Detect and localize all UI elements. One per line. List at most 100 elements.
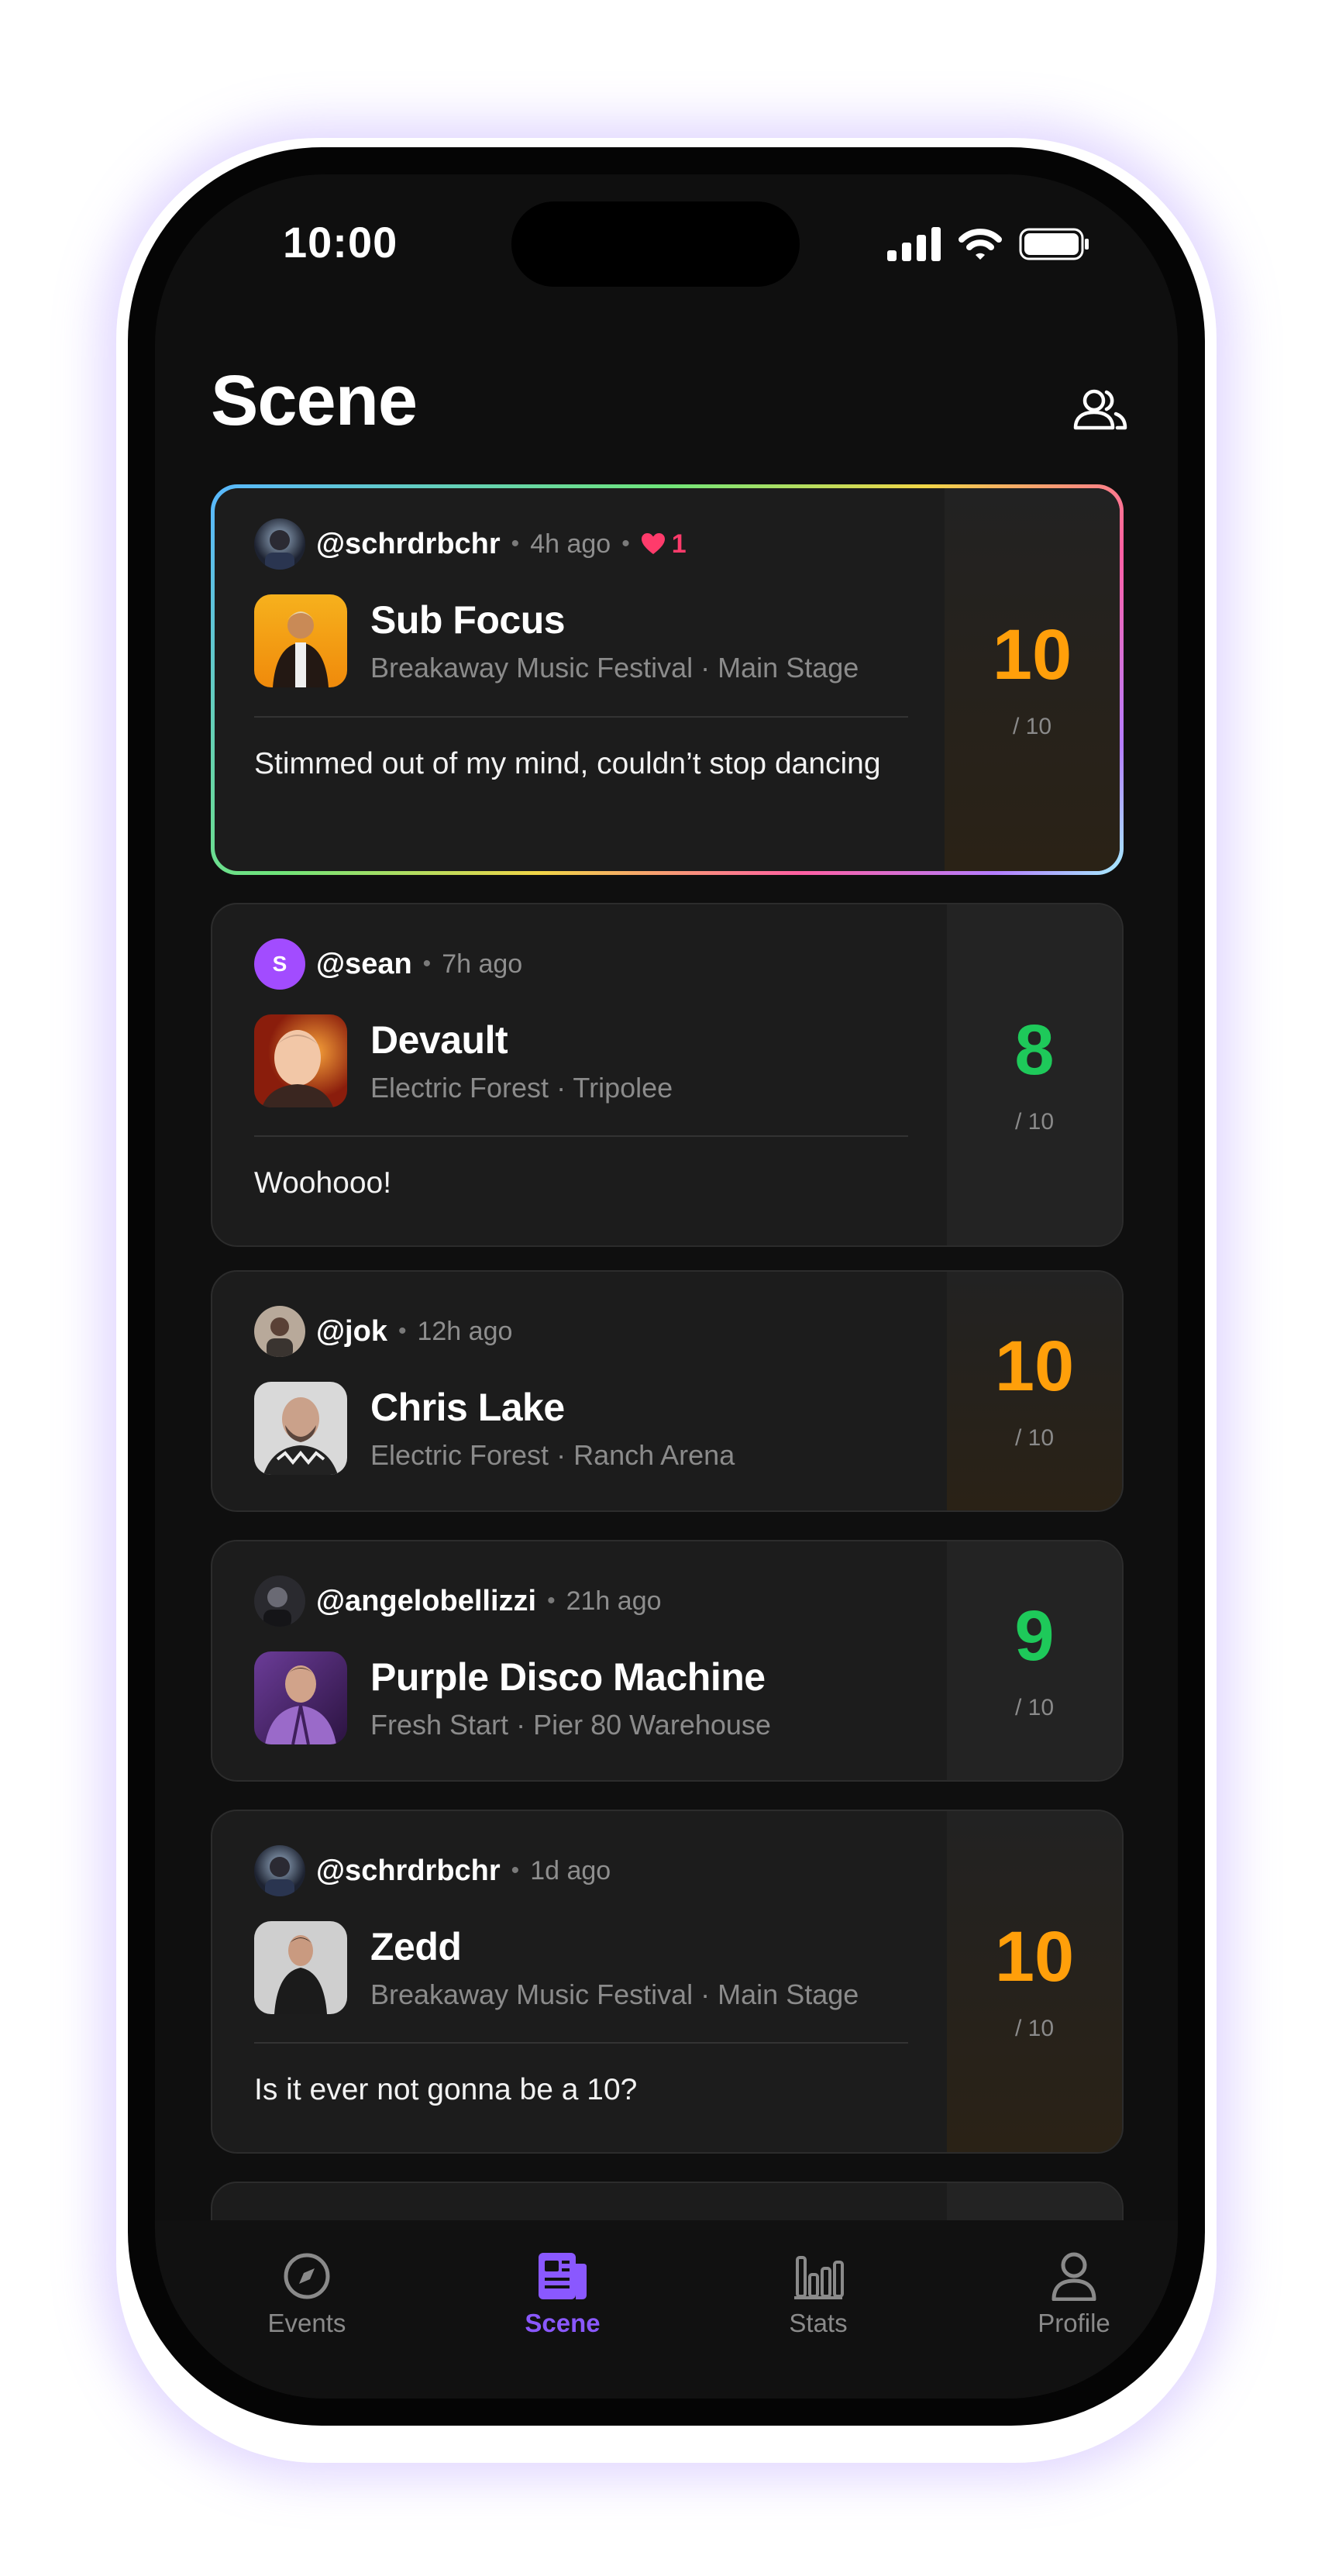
person-icon xyxy=(1051,2252,1096,2301)
venue-line: Electric Forest · Tripolee xyxy=(370,1072,673,1104)
like-button[interactable]: 1 xyxy=(641,529,687,560)
wifi-icon xyxy=(959,229,1002,260)
artist-info: Devault Electric Forest · Tripolee xyxy=(370,1018,673,1104)
review-card-partial[interactable] xyxy=(211,2182,1124,2220)
tab-profile[interactable]: Profile xyxy=(996,2251,1151,2338)
score-value: 8 xyxy=(1014,1011,1055,1090)
status-time: 10:00 xyxy=(283,218,398,267)
artist-image xyxy=(254,1651,347,1744)
divider xyxy=(254,1135,908,1137)
separator: · xyxy=(700,1978,711,2010)
separator-dot: • xyxy=(547,1588,556,1613)
user-avatar[interactable] xyxy=(254,518,305,570)
feed-list[interactable]: @schrdrbchr • 4h ago • 1 Sub Focus Break… xyxy=(211,484,1124,2220)
timestamp: 21h ago xyxy=(566,1586,662,1616)
review-comment: Is it ever not gonna be a 10? xyxy=(254,2073,638,2106)
venue-line: Breakaway Music Festival · Main Stage xyxy=(370,1978,859,2011)
festival-name: Breakaway Music Festival xyxy=(370,652,694,684)
venue-line: Fresh Start · Pier 80 Warehouse xyxy=(370,1709,771,1741)
timestamp: 12h ago xyxy=(417,1316,513,1346)
heart-icon xyxy=(641,533,665,554)
bar-chart-icon xyxy=(794,2256,844,2299)
username[interactable]: @jok xyxy=(316,1315,387,1348)
username[interactable]: @angelobellizzi xyxy=(316,1585,536,1618)
review-card[interactable]: @angelobellizzi • 21h ago Purple Disco M… xyxy=(211,1540,1124,1782)
cellular-signal-icon xyxy=(887,227,941,261)
timestamp: 7h ago xyxy=(442,949,523,979)
timestamp: 4h ago xyxy=(530,529,611,559)
artist-image xyxy=(254,1382,347,1475)
tab-bar: Events Scene Stats Profile xyxy=(155,2220,1178,2399)
username[interactable]: @schrdrbchr xyxy=(316,528,501,561)
artist-row[interactable]: Purple Disco Machine Fresh Start · Pier … xyxy=(254,1651,771,1744)
artist-row[interactable]: Sub Focus Breakaway Music Festival · Mai… xyxy=(254,594,859,687)
review-meta: @schrdrbchr • 1d ago xyxy=(254,1845,611,1896)
separator-dot: • xyxy=(398,1318,407,1344)
score-out-of: / 10 xyxy=(1014,1425,1055,1451)
artist-row[interactable]: Zedd Breakaway Music Festival · Main Sta… xyxy=(254,1921,859,2014)
artist-info: Zedd Breakaway Music Festival · Main Sta… xyxy=(370,1924,859,2011)
festival-name: Breakaway Music Festival xyxy=(370,1978,694,2010)
stage-name: Main Stage xyxy=(718,1978,859,2010)
festival-name: Electric Forest xyxy=(370,1072,549,1104)
artist-image xyxy=(254,1014,347,1107)
score-value: 10 xyxy=(994,1327,1075,1406)
score-out-of: / 10 xyxy=(1014,1695,1055,1720)
user-avatar[interactable]: S xyxy=(254,938,305,990)
score-panel: 10 / 10 xyxy=(947,1272,1122,1510)
review-card[interactable]: @jok • 12h ago Chris Lake Electric Fores… xyxy=(211,1270,1124,1512)
artist-info: Chris Lake Electric Forest · Ranch Arena xyxy=(370,1385,735,1472)
artist-row[interactable]: Chris Lake Electric Forest · Ranch Arena xyxy=(254,1382,735,1475)
compass-icon xyxy=(284,2253,330,2299)
page-title: Scene xyxy=(211,361,418,440)
score-panel: 8 / 10 xyxy=(947,904,1122,1245)
artist-image xyxy=(254,1921,347,2014)
festival-name: Electric Forest xyxy=(370,1439,549,1471)
separator: · xyxy=(700,652,711,684)
score-value: 9 xyxy=(1014,1596,1055,1675)
stage-name: Main Stage xyxy=(718,652,859,684)
review-meta: @jok • 12h ago xyxy=(254,1306,512,1357)
user-avatar[interactable] xyxy=(254,1845,305,1896)
tab-stats[interactable]: Stats xyxy=(741,2251,896,2338)
review-card[interactable]: S @sean • 7h ago Devault Electric Forest… xyxy=(211,903,1124,1247)
tab-scene[interactable]: Scene xyxy=(485,2251,640,2338)
score-out-of: / 10 xyxy=(1014,1109,1055,1135)
friends-button[interactable] xyxy=(1065,376,1135,446)
stage-name: Pier 80 Warehouse xyxy=(533,1709,771,1741)
tab-label: Events xyxy=(267,2309,346,2337)
tab-events[interactable]: Events xyxy=(229,2251,384,2338)
divider xyxy=(254,716,908,718)
review-card-inner: @schrdrbchr • 4h ago • 1 Sub Focus Break… xyxy=(215,488,1120,871)
username[interactable]: @sean xyxy=(316,948,412,981)
separator: · xyxy=(556,1072,566,1104)
separator-dot: • xyxy=(511,1858,520,1883)
artist-name: Purple Disco Machine xyxy=(370,1655,766,1699)
user-avatar[interactable] xyxy=(254,1306,305,1357)
status-icons xyxy=(887,221,1090,267)
artist-name: Zedd xyxy=(370,1925,462,1968)
score-out-of: / 10 xyxy=(1014,2016,1055,2041)
phone-frame: 10:00 Scene @schrdrbchr • 4h ago • 1 Sub… xyxy=(128,147,1205,2426)
review-meta: @schrdrbchr • 4h ago • 1 xyxy=(254,518,687,570)
score-value: 10 xyxy=(994,1917,1075,1996)
review-card[interactable]: @schrdrbchr • 4h ago • 1 Sub Focus Break… xyxy=(211,484,1124,875)
score-panel: 10 / 10 xyxy=(947,1811,1122,2152)
review-card[interactable]: @schrdrbchr • 1d ago Zedd Breakaway Musi… xyxy=(211,1810,1124,2154)
tab-label: Profile xyxy=(1038,2309,1110,2337)
newspaper-icon xyxy=(539,2253,587,2299)
username[interactable]: @schrdrbchr xyxy=(316,1855,501,1888)
screen: 10:00 Scene @schrdrbchr • 4h ago • 1 Sub… xyxy=(155,174,1178,2399)
venue-line: Breakaway Music Festival · Main Stage xyxy=(370,652,859,684)
divider xyxy=(254,2042,908,2044)
separator: · xyxy=(516,1709,526,1741)
artist-image xyxy=(254,594,347,687)
user-avatar[interactable] xyxy=(254,1576,305,1627)
artist-row[interactable]: Devault Electric Forest · Tripolee xyxy=(254,1014,673,1107)
timestamp: 1d ago xyxy=(530,1855,611,1886)
review-meta: @angelobellizzi • 21h ago xyxy=(254,1576,662,1627)
festival-name: Fresh Start xyxy=(370,1709,509,1741)
battery-icon xyxy=(1019,228,1089,260)
stage-name: Tripolee xyxy=(573,1072,673,1104)
artist-name: Devault xyxy=(370,1018,508,1062)
